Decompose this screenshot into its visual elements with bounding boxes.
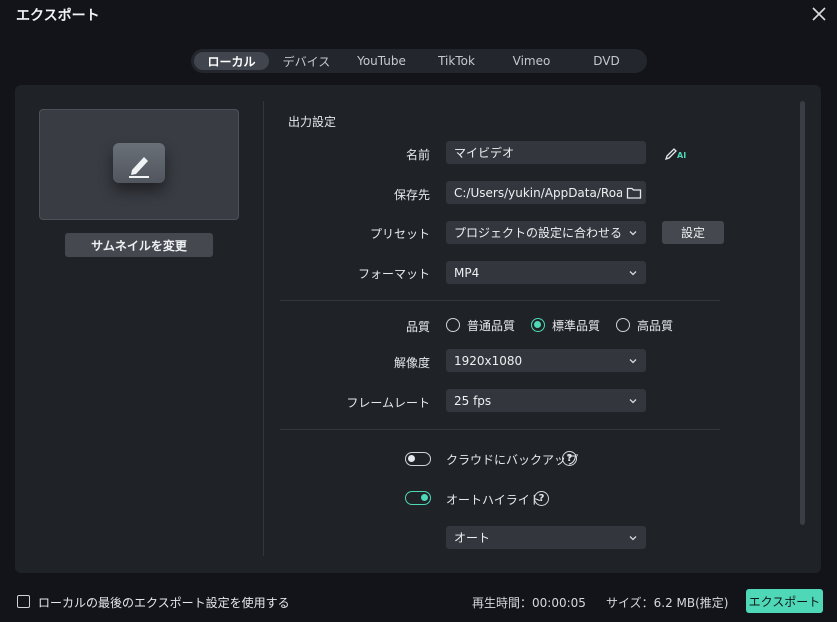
section-divider xyxy=(280,429,720,430)
use-last-settings-label: ローカルの最後のエクスポート設定を使用する xyxy=(38,596,290,610)
chevron-down-icon xyxy=(629,535,637,540)
framerate-value: 25 fps xyxy=(454,393,492,408)
settings-scrollbar[interactable] xyxy=(800,101,805,525)
name-value: マイビデオ xyxy=(454,146,515,160)
auto-highlight-select[interactable]: オート xyxy=(446,526,646,549)
chevron-down-icon xyxy=(629,358,637,363)
tab-vimeo[interactable]: Vimeo xyxy=(494,52,569,70)
resolution-label: 解像度 xyxy=(393,356,430,370)
save-path-value: C:/Users/yukin/AppData/Roan xyxy=(454,185,622,200)
title-bar: エクスポート xyxy=(0,0,837,30)
cloud-backup-label: クラウドにバックアップ xyxy=(446,453,579,467)
quality-option-label: 高品質 xyxy=(637,318,674,333)
section-title-output: 出力設定 xyxy=(288,115,337,129)
ai-rename-icon[interactable]: AI xyxy=(664,144,687,161)
radio-icon xyxy=(446,318,460,332)
tab-tiktok[interactable]: TikTok xyxy=(419,52,494,70)
vertical-divider xyxy=(263,101,264,556)
section-divider xyxy=(280,300,720,301)
save-to-label: 保存先 xyxy=(393,188,430,202)
chevron-down-icon xyxy=(629,230,637,235)
tab-device[interactable]: デバイス xyxy=(269,52,344,70)
use-last-settings-checkbox[interactable] xyxy=(17,595,30,608)
save-path-input[interactable]: C:/Users/yukin/AppData/Roan xyxy=(446,181,646,204)
duration-text: 再生時間：00:00:05 xyxy=(472,596,586,610)
close-icon[interactable] xyxy=(809,4,829,24)
preset-select[interactable]: プロジェクトの設定に合わせる xyxy=(446,221,646,244)
preset-settings-button[interactable]: 設定 xyxy=(662,221,724,244)
thumbnail-preview[interactable] xyxy=(39,109,239,220)
folder-icon[interactable] xyxy=(626,185,642,200)
format-label: フォーマット xyxy=(357,267,430,281)
estimated-size-text: サイズ：6.2 MB(推定) xyxy=(606,596,729,610)
quality-standard-radio[interactable]: 標準品質 xyxy=(531,317,600,334)
quality-option-label: 標準品質 xyxy=(552,318,601,333)
auto-highlight-label: オートハイライト xyxy=(446,493,542,507)
quality-radio-group: 普通品質 標準品質 高品質 xyxy=(446,315,689,335)
edit-icon xyxy=(113,143,165,183)
help-icon[interactable]: ? xyxy=(562,451,577,466)
format-select[interactable]: MP4 xyxy=(446,261,646,284)
help-icon[interactable]: ? xyxy=(534,491,549,506)
framerate-label: フレームレート xyxy=(346,396,430,410)
name-input[interactable]: マイビデオ xyxy=(446,141,646,164)
toggle-knob xyxy=(421,494,428,501)
format-value: MP4 xyxy=(454,265,480,280)
toggle-knob xyxy=(408,455,415,462)
tab-local[interactable]: ローカル xyxy=(194,52,269,70)
preset-label: プリセット xyxy=(369,227,430,241)
svg-text:AI: AI xyxy=(677,151,686,160)
settings-panel: サムネイルを変更 出力設定 名前 マイビデオ AI 保存先 C:/Users/y… xyxy=(15,85,821,573)
tab-dvd[interactable]: DVD xyxy=(569,52,644,70)
radio-icon xyxy=(616,318,631,332)
chevron-down-icon xyxy=(629,270,637,275)
auto-highlight-toggle[interactable] xyxy=(405,491,431,505)
quality-label: 品質 xyxy=(405,320,430,334)
change-thumbnail-button[interactable]: サムネイルを変更 xyxy=(65,233,213,257)
quality-option-label: 普通品質 xyxy=(467,318,516,333)
name-label: 名前 xyxy=(405,148,430,162)
auto-highlight-value: オート xyxy=(454,531,491,545)
resolution-select[interactable]: 1920x1080 xyxy=(446,349,646,372)
framerate-select[interactable]: 25 fps xyxy=(446,389,646,412)
window-title: エクスポート xyxy=(16,8,100,24)
quality-high-radio[interactable]: 高品質 xyxy=(616,317,673,334)
tab-youtube[interactable]: YouTube xyxy=(344,52,419,70)
cloud-backup-toggle[interactable] xyxy=(405,452,431,466)
export-button[interactable]: エクスポート xyxy=(746,589,823,613)
chevron-down-icon xyxy=(629,398,637,403)
export-target-tabs: ローカル デバイス YouTube TikTok Vimeo DVD xyxy=(191,49,647,73)
radio-checked-icon xyxy=(531,318,546,332)
quality-normal-radio[interactable]: 普通品質 xyxy=(446,317,515,334)
preset-value: プロジェクトの設定に合わせる xyxy=(454,226,622,240)
resolution-value: 1920x1080 xyxy=(454,353,523,368)
